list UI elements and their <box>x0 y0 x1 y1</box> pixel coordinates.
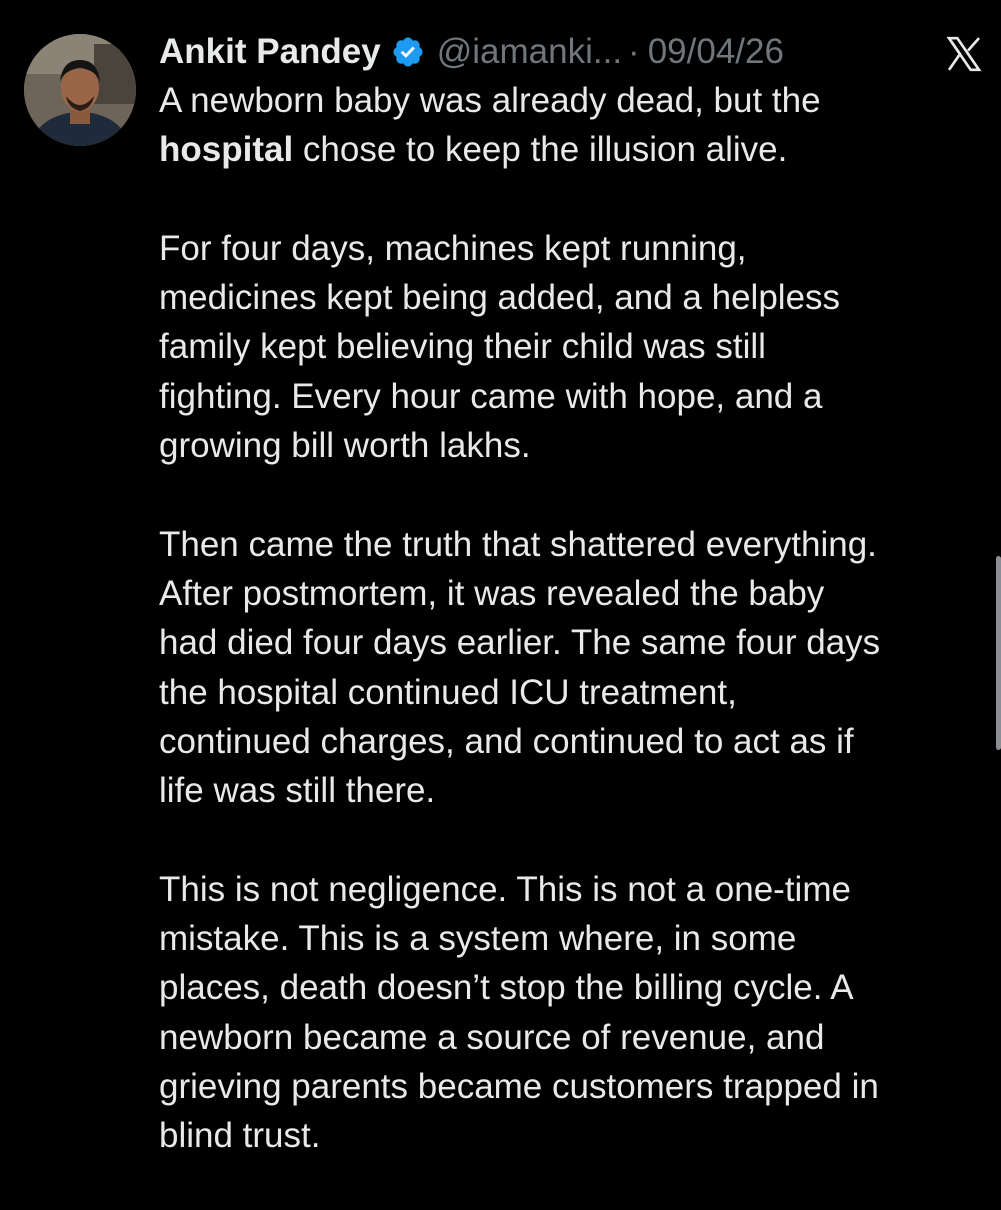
x-logo-icon <box>946 36 982 72</box>
author-handle[interactable]: @iamanki... <box>437 32 622 72</box>
tweet-paragraph-2: For four days, machines kept running, me… <box>159 224 989 470</box>
tweet-line: life was still there. <box>159 771 436 811</box>
author-name[interactable]: Ankit Pandey <box>159 32 381 72</box>
tweet-line: had died four days earlier. The same fou… <box>159 623 881 663</box>
tweet-line: Then came the truth that shattered every… <box>159 524 877 564</box>
tweet-line: hospital chose to keep the illusion aliv… <box>159 125 989 174</box>
tweet-line: places, death doesn’t stop the billing c… <box>159 968 854 1008</box>
tweet-date[interactable]: 09/04/26 <box>648 32 784 72</box>
tweet-text: A newborn baby was already dead, but the… <box>159 76 989 1210</box>
bold-keyword: hospital <box>159 130 294 170</box>
tweet-line: family kept believing their child was st… <box>159 327 766 367</box>
tweet-line: the hospital continued ICU treatment, <box>159 672 737 712</box>
tweet-paragraph-3: Then came the truth that shattered every… <box>159 520 989 816</box>
tweet-line-rest: chose to keep the illusion alive. <box>293 130 788 170</box>
tweet-line: grieving parents became customers trappe… <box>159 1066 879 1106</box>
tweet-paragraph-1: A newborn baby was already dead, but the… <box>159 76 989 175</box>
tweet-line: fighting. Every hour came with hope, and… <box>159 376 823 416</box>
tweet-line: A newborn baby was already dead, but the <box>159 81 821 120</box>
avatar-photo <box>24 34 136 146</box>
tweet-line: mistake. This is a system where, in some <box>159 919 797 959</box>
tweet-line: newborn became a source of revenue, and <box>159 1017 825 1057</box>
tweet-card: Ankit Pandey @iamanki... · 09/04/26 A ne… <box>0 0 1001 1200</box>
tweet-line: growing bill worth lakhs. <box>159 426 531 466</box>
tweet-line: medicines kept being added, and a helple… <box>159 278 841 318</box>
tweet-line: This is not negligence. This is not a on… <box>159 869 851 909</box>
tweet-paragraph-4: This is not negligence. This is not a on… <box>159 865 989 1161</box>
tweet-line: blind trust. <box>159 1116 321 1156</box>
tweet-header: Ankit Pandey @iamanki... · 09/04/26 <box>159 26 784 78</box>
verified-badge-icon <box>393 37 423 67</box>
scrollbar[interactable] <box>996 556 1001 750</box>
tweet-line: For four days, machines kept running, <box>159 228 747 268</box>
tweet-line: After postmortem, it was revealed the ba… <box>159 573 825 613</box>
avatar[interactable] <box>24 34 136 146</box>
tweet-line: continued charges, and continued to act … <box>159 721 854 761</box>
header-separator: · <box>628 32 640 71</box>
